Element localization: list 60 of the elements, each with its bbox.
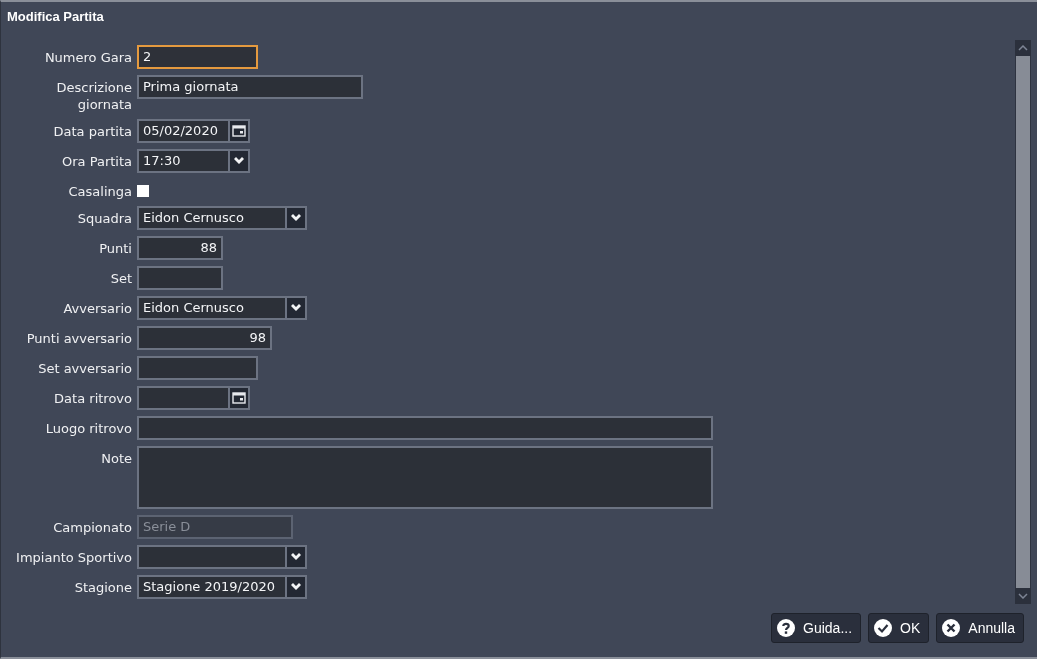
chevron-down-icon [290,552,302,562]
dropdown-button[interactable] [287,206,307,230]
ok-button[interactable]: OK [868,613,930,643]
window-title: Modifica Partita [7,8,104,24]
chevron-down-icon [290,582,302,592]
field-label: Casalinga [67,183,132,200]
chevron-up-icon [1018,45,1028,51]
field-label: Set [109,270,132,288]
input-field[interactable]: Prima giornata [137,75,363,99]
scroll-down-button[interactable] [1015,588,1031,604]
close-icon [942,619,961,637]
help-button[interactable]: Guida... [771,613,862,643]
field-label: Punti avversario [25,330,132,348]
dropdown-field[interactable] [137,545,287,569]
dropdown-field[interactable]: 17:30 [137,149,230,173]
date-field[interactable] [137,386,230,410]
chevron-down-icon [233,156,245,166]
field-label: Squadra [76,210,132,228]
input-field[interactable] [137,266,223,290]
field-label: Descrizione giornata [55,79,132,113]
dropdown-button[interactable] [230,149,250,173]
text-area[interactable] [137,446,713,509]
field-label: Stagione [73,579,132,597]
scrollbar-thumb[interactable] [1016,56,1030,588]
chevron-down-icon [1018,593,1028,599]
field-label: Set avversario [37,360,132,378]
field-label: Ora Partita [61,153,132,171]
field-label: Avversario [62,300,132,318]
checkbox[interactable] [137,185,149,197]
field-label: Data partita [52,123,132,141]
checkmark-icon [874,619,893,637]
date-field[interactable]: 05/02/2020 [137,119,230,143]
input-field[interactable]: 2 [137,45,258,69]
field-label: Campionato [52,519,132,537]
field-label: Data ritrovo [53,390,132,408]
field-label: Impianto Sportivo [15,549,132,567]
calendar-button[interactable] [230,119,250,143]
chevron-down-icon [290,303,302,313]
dropdown-field[interactable]: Eidon Cernusco [137,296,287,320]
calendar-icon [232,125,246,137]
help-icon [777,619,796,637]
calendar-button[interactable] [230,386,250,410]
calendar-icon [232,392,246,404]
field-label: Numero Gara [43,49,132,67]
input-field[interactable]: 98 [137,326,272,350]
dropdown-button[interactable] [287,296,307,320]
input-field[interactable] [137,416,713,440]
dropdown-field[interactable]: Eidon Cernusco [137,206,287,230]
dropdown-field[interactable]: Stagione 2019/2020 [137,575,287,599]
cancel-button[interactable]: Annulla [936,613,1024,643]
scroll-up-button[interactable] [1015,40,1031,56]
field-label: Punti [98,240,132,258]
input-field[interactable] [137,356,258,380]
input-field[interactable]: 88 [137,236,223,260]
chevron-down-icon [290,213,302,223]
dropdown-button[interactable] [287,545,307,569]
field-label: Note [100,450,132,468]
field-label: Luogo ritrovo [44,420,132,438]
scrollbar[interactable] [1015,40,1031,604]
dropdown-button[interactable] [287,575,307,599]
